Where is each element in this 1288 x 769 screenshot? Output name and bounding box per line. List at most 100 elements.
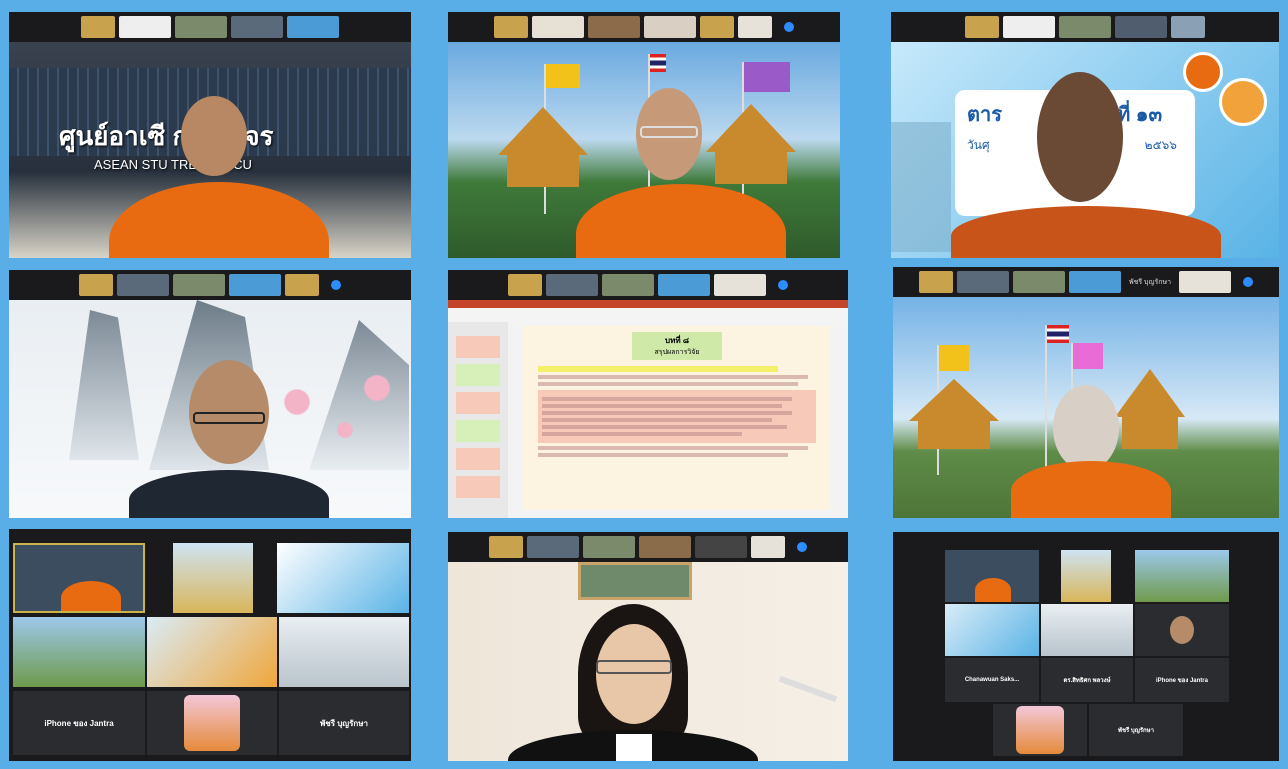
logo-badge [1219, 78, 1267, 126]
participant-thumb[interactable] [588, 16, 640, 38]
participant-head [1053, 385, 1119, 471]
gallery-cell[interactable] [1041, 604, 1133, 656]
zoom-status-dot [778, 280, 788, 290]
flag-yellow [939, 345, 969, 371]
participant-thumb[interactable] [738, 16, 772, 38]
video-tile-9-gallery[interactable]: Chanawuan Saks... ดร.สิทธิศก พลวงษ์ iPho… [893, 532, 1279, 761]
gallery-cell[interactable] [945, 550, 1039, 602]
participant-thumb[interactable] [1003, 16, 1055, 38]
flag-thai [650, 54, 666, 72]
participant-thumb[interactable] [1012, 271, 1065, 293]
participant-thumb[interactable] [285, 274, 319, 296]
gallery-cell[interactable]: พัชรี บุญรักษา [279, 691, 409, 755]
participant-thumb[interactable] [644, 16, 696, 38]
avatar [1016, 706, 1064, 754]
gallery-cell[interactable] [147, 617, 277, 687]
participant-thumb[interactable] [602, 274, 654, 296]
participant-thumb[interactable] [229, 274, 281, 296]
participant-thumb[interactable] [1171, 16, 1205, 38]
participant-name: iPhone ของ Jantra [1156, 678, 1208, 684]
participant-thumb[interactable] [583, 536, 635, 558]
video-tile-6[interactable]: พัชรี บุญรักษา [893, 267, 1279, 518]
participant-thumb[interactable] [532, 16, 584, 38]
slide-canvas: บทที่ ๘ สรุปผลการวิจัย [524, 326, 830, 510]
participant-thumb[interactable] [79, 274, 113, 296]
gallery-cell[interactable] [277, 543, 409, 613]
gallery-cell[interactable] [993, 704, 1087, 756]
video-tile-4[interactable] [9, 270, 411, 518]
participant-thumb[interactable] [1115, 16, 1167, 38]
participant-robe [951, 206, 1221, 258]
gallery-cell[interactable]: Chanawuan Saks... [945, 658, 1039, 702]
gallery-cell[interactable] [1135, 550, 1229, 602]
participant-thumb[interactable] [918, 271, 953, 293]
video-tile-3[interactable]: ตาร ที่ ๑๓ วันศุ ๒๕๖๖ [891, 12, 1279, 258]
gallery-cell[interactable] [173, 543, 253, 613]
zoom-status-dot [797, 542, 807, 552]
logo-badge [1183, 52, 1223, 92]
participant-thumb[interactable] [1179, 271, 1232, 293]
shared-screen: บทที่ ๘ สรุปผลการวิจัย [448, 300, 848, 518]
participant-thumb[interactable] [700, 16, 734, 38]
app-ribbon [448, 300, 848, 322]
video-tile-1[interactable]: ศูนย์อาเซี กษา มจร ASEAN STU TRE OF MCU [9, 12, 411, 258]
gallery-cell[interactable] [1135, 604, 1229, 656]
participant-thumb[interactable] [639, 536, 691, 558]
participant-thumb[interactable] [508, 274, 542, 296]
participant-thumb[interactable] [965, 16, 999, 38]
video-tile-7-gallery[interactable]: iPhone ของ Jantra พัชรี บุญรักษา [9, 529, 411, 761]
flag-purple [744, 62, 790, 92]
gallery-cell[interactable] [279, 617, 409, 687]
flag-thai [1047, 325, 1069, 343]
participant-thumb[interactable] [695, 536, 747, 558]
video-tile-2[interactable] [448, 12, 840, 258]
participant-thumb[interactable] [175, 16, 227, 38]
flag-yellow [546, 64, 580, 88]
participant-name: พัชรี บุญรักษา [1117, 728, 1155, 734]
video-feed [448, 42, 840, 258]
participant-thumb[interactable] [714, 274, 766, 296]
zoom-status-dot [1243, 277, 1254, 287]
zoom-status-dot [784, 22, 794, 32]
gallery-cell[interactable] [147, 691, 277, 755]
slide-year: ๒๕๖๖ [1144, 138, 1177, 152]
participant-thumb[interactable] [956, 271, 1009, 293]
gallery-cell[interactable] [13, 543, 145, 613]
participant-thumb[interactable] [117, 274, 169, 296]
participant-head [596, 624, 672, 724]
gallery-cell[interactable]: พัชรี บุญรักษา [1089, 704, 1183, 756]
participant-name-chip[interactable]: พัชรี บุญรักษา [1125, 277, 1175, 288]
participant-thumb[interactable] [527, 536, 579, 558]
video-tile-5-screenshare[interactable]: บทที่ ๘ สรุปผลการวิจัย [448, 270, 848, 518]
participant-thumb[interactable] [751, 536, 785, 558]
participant-thumb[interactable] [546, 274, 598, 296]
participant-thumb[interactable] [489, 536, 523, 558]
slide-number: ที่ ๑๓ [1117, 104, 1163, 126]
participant-thumb[interactable] [173, 274, 225, 296]
participant-head [1037, 72, 1123, 202]
participant-robe [1011, 461, 1171, 518]
participant-thumb[interactable] [81, 16, 115, 38]
participant-name: ดร.สิทธิศก พลวงษ์ [1063, 678, 1111, 684]
participant-thumb[interactable] [287, 16, 339, 38]
gallery-cell[interactable] [945, 604, 1039, 656]
participant-thumb[interactable] [494, 16, 528, 38]
participant-thumb[interactable] [119, 16, 171, 38]
flag-pink [1073, 343, 1103, 369]
gallery-cell[interactable]: iPhone ของ Jantra [1135, 658, 1229, 702]
gallery-cell[interactable] [1061, 550, 1111, 602]
participant-thumb[interactable] [658, 274, 710, 296]
participant-thumb[interactable] [231, 16, 283, 38]
video-tile-8[interactable] [448, 532, 848, 761]
avatar [184, 695, 240, 751]
gallery-cell[interactable]: iPhone ของ Jantra [13, 691, 145, 755]
participant-thumb[interactable] [1068, 271, 1121, 293]
video-feed [448, 562, 848, 761]
participant-name: iPhone ของ Jantra [44, 718, 114, 728]
gallery-cell[interactable]: ดร.สิทธิศก พลวงษ์ [1041, 658, 1133, 702]
participant-head [181, 96, 247, 176]
participant-thumb[interactable] [1059, 16, 1111, 38]
gallery-cell[interactable] [13, 617, 145, 687]
video-feed [9, 300, 411, 518]
zoom-status-dot [331, 280, 341, 290]
